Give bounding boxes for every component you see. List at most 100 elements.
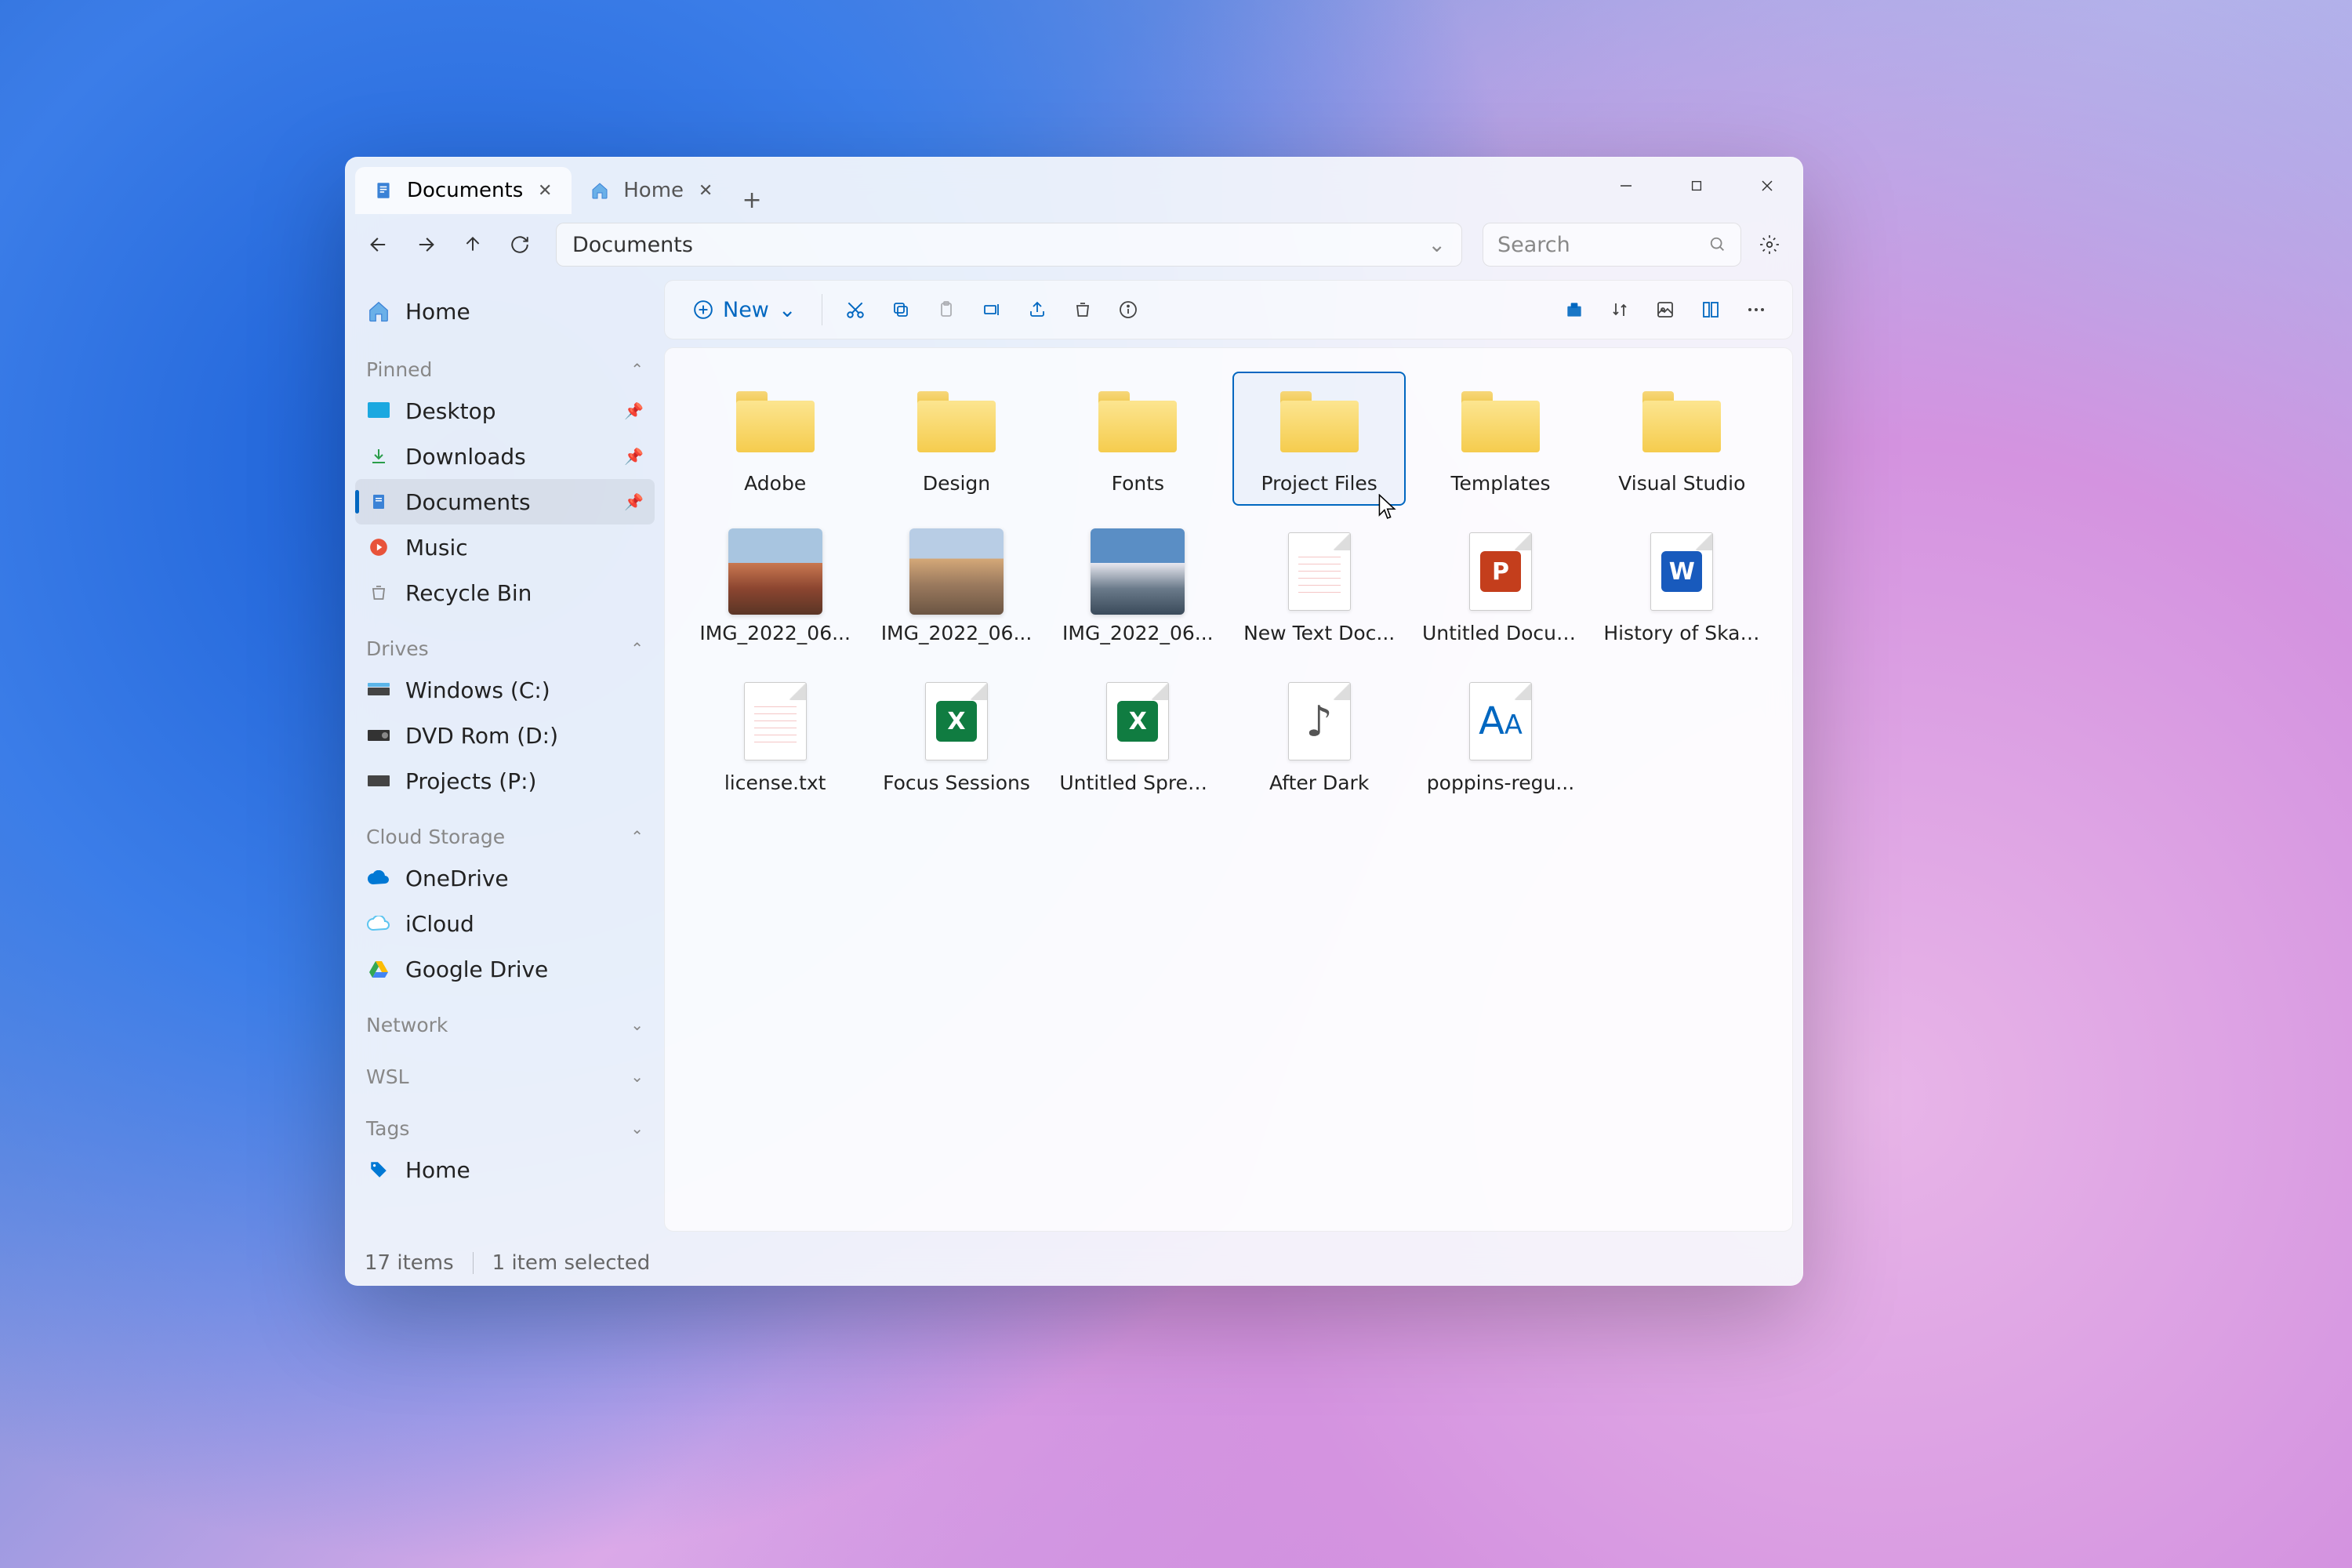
file-item[interactable]: IMG_2022_06...	[688, 521, 862, 655]
file-item[interactable]: New Text Doc...	[1232, 521, 1406, 655]
icloud-icon	[366, 911, 391, 936]
minimize-button[interactable]	[1591, 158, 1661, 214]
sort-button[interactable]	[1599, 289, 1640, 330]
more-button[interactable]	[1736, 289, 1777, 330]
excel-icon: X	[909, 682, 1004, 760]
sidebar-section-network[interactable]: Network⌄	[355, 1006, 655, 1044]
forward-button[interactable]	[407, 226, 445, 263]
extract-button[interactable]	[1554, 289, 1595, 330]
file-item[interactable]: AApoppins-regu...	[1414, 671, 1587, 805]
text-icon	[728, 682, 822, 760]
file-item[interactable]: Visual Studio	[1595, 372, 1769, 506]
cut-button[interactable]	[835, 289, 876, 330]
maximize-button[interactable]	[1661, 158, 1732, 214]
file-item[interactable]: PUntitled Docum...	[1414, 521, 1587, 655]
close-icon[interactable]: ✕	[695, 180, 717, 201]
image-icon	[728, 532, 822, 611]
file-item[interactable]: IMG_2022_06...	[1051, 521, 1225, 655]
paste-button[interactable]	[926, 289, 967, 330]
sidebar-item-downloads[interactable]: Downloads📌	[355, 434, 655, 479]
file-label: New Text Doc...	[1243, 622, 1395, 644]
file-item[interactable]: license.txt	[688, 671, 862, 805]
search-placeholder: Search	[1497, 233, 1570, 257]
layout-button[interactable]	[1690, 289, 1731, 330]
sidebar-item-tag-home[interactable]: Home	[355, 1147, 655, 1192]
chevron-down-icon: ⌄	[630, 1119, 644, 1138]
sidebar-item-gdrive[interactable]: Google Drive	[355, 946, 655, 992]
sidebar-item-recycle-bin[interactable]: Recycle Bin	[355, 570, 655, 615]
pin-icon[interactable]: 📌	[624, 447, 644, 466]
chevron-up-icon: ⌃	[630, 639, 644, 658]
pin-icon[interactable]: 📌	[624, 401, 644, 420]
chevron-down-icon[interactable]: ⌄	[1428, 233, 1446, 257]
word-icon: W	[1635, 532, 1729, 611]
sidebar-section-wsl[interactable]: WSL⌄	[355, 1058, 655, 1095]
sidebar-item-drive-p[interactable]: Projects (P:)	[355, 758, 655, 804]
sidebar-section-cloud[interactable]: Cloud Storage⌃	[355, 818, 655, 855]
sidebar-item-drive-c[interactable]: Windows (C:)	[355, 667, 655, 713]
chevron-down-icon: ⌄	[630, 1015, 644, 1034]
file-item[interactable]: XUntitled Spreads...	[1051, 671, 1225, 805]
file-item[interactable]: Design	[869, 372, 1043, 506]
navbar: Documents ⌄ Search	[346, 214, 1802, 275]
file-item[interactable]: XFocus Sessions	[869, 671, 1043, 805]
rename-button[interactable]	[971, 289, 1012, 330]
sidebar-item-desktop[interactable]: Desktop📌	[355, 388, 655, 434]
new-tab-button[interactable]: +	[732, 187, 771, 214]
item-count: 17 items	[365, 1251, 454, 1275]
window-controls	[1591, 158, 1802, 214]
delete-button[interactable]	[1062, 289, 1103, 330]
tabs: Documents ✕ Home ✕ +	[355, 158, 1591, 214]
info-button[interactable]	[1108, 289, 1149, 330]
file-label: IMG_2022_06...	[881, 622, 1033, 644]
file-label: Visual Studio	[1618, 472, 1745, 495]
settings-button[interactable]	[1751, 226, 1788, 263]
file-label: license.txt	[724, 771, 826, 794]
folder-icon	[1091, 383, 1185, 461]
file-item[interactable]: Fonts	[1051, 372, 1225, 506]
sidebar-section-pinned[interactable]: Pinned⌃	[355, 350, 655, 388]
sidebar-item-music[interactable]: Music	[355, 524, 655, 570]
text-icon	[1272, 532, 1367, 611]
file-item[interactable]: Templates	[1414, 372, 1587, 506]
close-button[interactable]	[1732, 158, 1802, 214]
back-button[interactable]	[360, 226, 397, 263]
selection-count: 1 item selected	[492, 1251, 651, 1275]
file-item[interactable]: Project Files	[1232, 372, 1406, 506]
address-path: Documents	[572, 233, 693, 257]
file-label: Untitled Spreads...	[1059, 771, 1216, 794]
sidebar-item-onedrive[interactable]: OneDrive	[355, 855, 655, 901]
file-label: Templates	[1450, 472, 1550, 495]
view-options-button[interactable]	[1645, 289, 1686, 330]
home-icon	[587, 178, 612, 203]
sidebar-home[interactable]: Home	[355, 286, 655, 336]
copy-button[interactable]	[880, 289, 921, 330]
chevron-down-icon: ⌄	[779, 298, 797, 322]
file-item[interactable]: ♪After Dark	[1232, 671, 1406, 805]
toolbar: New ⌄	[664, 280, 1793, 339]
drive-icon	[366, 768, 391, 793]
file-item[interactable]: IMG_2022_06...	[869, 521, 1043, 655]
sidebar-item-label: Home	[405, 299, 470, 325]
refresh-button[interactable]	[501, 226, 539, 263]
file-item[interactable]: WHistory of Skate...	[1595, 521, 1769, 655]
sidebar-item-drive-d[interactable]: DVD Rom (D:)	[355, 713, 655, 758]
onedrive-icon	[366, 866, 391, 891]
share-button[interactable]	[1017, 289, 1058, 330]
sidebar-section-tags[interactable]: Tags⌄	[355, 1109, 655, 1147]
search-input[interactable]: Search	[1483, 223, 1741, 267]
tab-documents[interactable]: Documents ✕	[355, 167, 572, 214]
tab-home[interactable]: Home ✕	[572, 167, 732, 214]
new-button[interactable]: New ⌄	[681, 292, 809, 328]
close-icon[interactable]: ✕	[534, 180, 556, 201]
sidebar: Home Pinned⌃ Desktop📌 Downloads📌 Documen…	[346, 275, 664, 1241]
sidebar-item-icloud[interactable]: iCloud	[355, 901, 655, 946]
up-button[interactable]	[454, 226, 492, 263]
address-bar[interactable]: Documents ⌄	[556, 223, 1462, 267]
file-item[interactable]: Adobe	[688, 372, 862, 506]
sidebar-item-documents[interactable]: Documents📌	[355, 479, 655, 524]
sidebar-section-drives[interactable]: Drives⌃	[355, 630, 655, 667]
desktop-icon	[366, 398, 391, 423]
pin-icon[interactable]: 📌	[624, 492, 644, 511]
file-label: IMG_2022_06...	[699, 622, 851, 644]
